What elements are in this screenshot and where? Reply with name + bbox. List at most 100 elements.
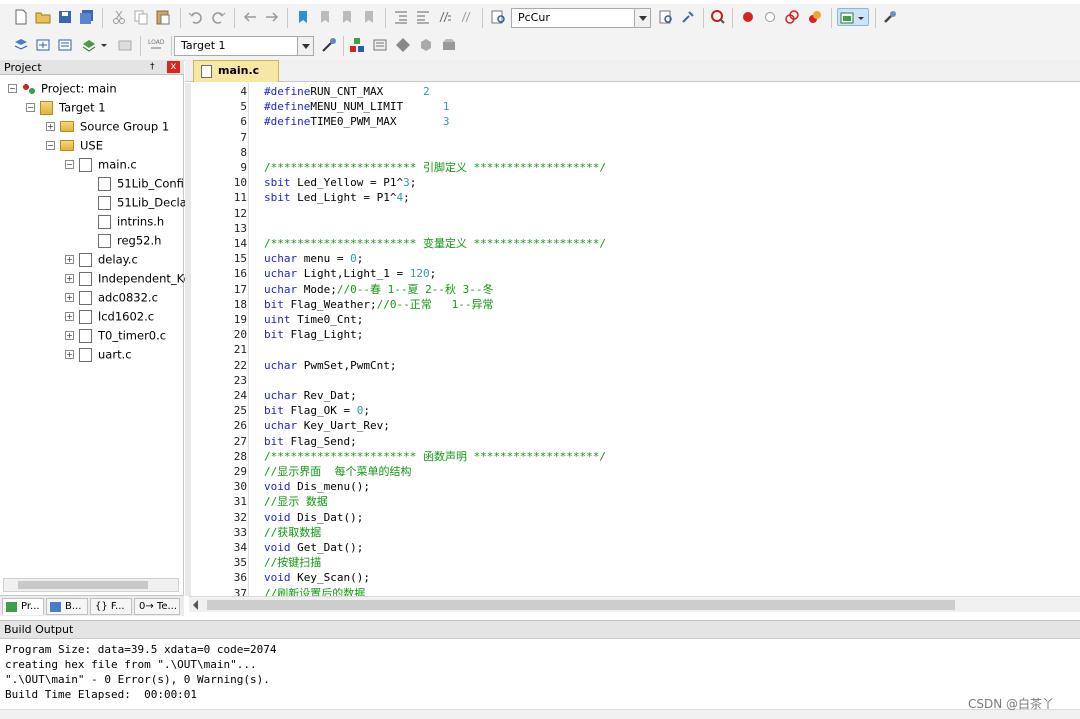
- code-text: sbit Led_Yellow = P1^3;: [264, 175, 416, 190]
- find-combo[interactable]: PcCur: [511, 8, 651, 28]
- chevron-down-icon[interactable]: [100, 36, 108, 54]
- code-token: PwmSet,PwmCnt;: [297, 358, 397, 372]
- expand-icon[interactable]: +: [46, 122, 55, 131]
- tree-item[interactable]: + lcd1602.c: [65, 307, 154, 325]
- open-file-icon[interactable]: [34, 8, 52, 26]
- find-in-files-icon[interactable]: [489, 8, 507, 26]
- code-token: ;: [363, 404, 370, 418]
- code-editor[interactable]: 4 #defineRUN_CNT_MAX 2 5 #defineMENU_NUM_LI…: [185, 83, 1080, 596]
- target-select[interactable]: Target 1: [174, 36, 314, 56]
- tree-item[interactable]: − main.c: [65, 155, 137, 173]
- tree-item[interactable]: − Project: main: [8, 79, 117, 97]
- tab-templates[interactable]: 0→ Te...: [134, 598, 180, 615]
- tree-item[interactable]: intrins.h: [84, 212, 164, 230]
- expand-icon[interactable]: +: [65, 350, 74, 359]
- horizontal-scrollbar[interactable]: [3, 578, 179, 592]
- manage-components-icon[interactable]: [348, 36, 366, 54]
- kill-all-breakpoints-icon[interactable]: [806, 8, 824, 26]
- download-icon[interactable]: LOAD: [147, 36, 165, 54]
- window-layout-icon[interactable]: [837, 8, 869, 26]
- find-icon[interactable]: [657, 8, 675, 26]
- breakpoint-icon[interactable]: [739, 8, 757, 26]
- disable-breakpoint-icon[interactable]: [761, 8, 779, 26]
- batch-build-icon[interactable]: [80, 36, 98, 54]
- expand-icon[interactable]: +: [65, 331, 74, 340]
- pack-icon[interactable]: [440, 36, 458, 54]
- tree-item[interactable]: + uart.c: [65, 345, 132, 363]
- next-bookmark-icon[interactable]: [338, 8, 356, 26]
- paste-icon[interactable]: [154, 8, 172, 26]
- scrollbar-thumb[interactable]: [207, 600, 955, 610]
- prev-bookmark-icon[interactable]: [316, 8, 334, 26]
- comment-icon[interactable]: [436, 8, 454, 26]
- line-number: 33: [233, 525, 247, 539]
- tree-item[interactable]: + adc0832.c: [65, 288, 158, 306]
- kill-breakpoints-icon[interactable]: [783, 8, 801, 26]
- tab-project[interactable]: Pr...: [2, 598, 44, 615]
- tree-item[interactable]: + delay.c: [65, 250, 138, 268]
- bookmark-icon[interactable]: [294, 8, 312, 26]
- save-all-icon[interactable]: [78, 8, 96, 26]
- undo-icon[interactable]: [187, 8, 205, 26]
- expand-icon[interactable]: +: [65, 274, 74, 283]
- tree-item[interactable]: 51Lib_Confi: [84, 174, 184, 192]
- line-number: 5: [240, 100, 247, 114]
- copy-icon[interactable]: [132, 8, 150, 26]
- tab-label: 0→ Te...: [139, 601, 178, 612]
- tab-books[interactable]: B...: [46, 598, 88, 615]
- expand-icon[interactable]: +: [65, 312, 74, 321]
- unindent-icon[interactable]: [414, 8, 432, 26]
- tree-item[interactable]: + Source Group 1: [46, 117, 169, 135]
- new-file-icon[interactable]: [12, 8, 30, 26]
- tree-item[interactable]: 51Lib_Decla: [84, 193, 187, 211]
- uncomment-icon[interactable]: [458, 8, 476, 26]
- file-extensions-icon[interactable]: [371, 36, 389, 54]
- tree-item[interactable]: + Independent_Ke: [65, 269, 191, 287]
- chevron-down-icon[interactable]: [634, 9, 650, 27]
- code-text: bit Flag_Light;: [264, 327, 363, 342]
- incremental-find-icon[interactable]: [679, 8, 697, 26]
- scroll-left-icon[interactable]: [193, 600, 198, 610]
- pin-icon[interactable]: †: [150, 62, 160, 72]
- line-number: 11: [233, 191, 247, 205]
- clear-bookmarks-icon[interactable]: [360, 8, 378, 26]
- editor-horizontal-scrollbar[interactable]: [189, 596, 1080, 612]
- translate-icon[interactable]: [12, 36, 30, 54]
- tab-functions[interactable]: {} F...: [90, 598, 132, 615]
- keyword: uchar: [264, 419, 298, 433]
- expand-icon[interactable]: +: [65, 255, 74, 264]
- tree-item[interactable]: reg52.h: [84, 231, 161, 249]
- tab-main-c[interactable]: main.c: [193, 60, 279, 82]
- build-icon[interactable]: [34, 36, 52, 54]
- configure-icon[interactable]: [881, 8, 899, 26]
- collapse-icon[interactable]: −: [65, 160, 74, 169]
- code-line: 4 #defineRUN_CNT_MAX 2: [185, 84, 1080, 99]
- collapse-icon[interactable]: −: [46, 141, 55, 150]
- scrollbar-thumb[interactable]: [18, 581, 148, 589]
- collapse-icon[interactable]: −: [26, 103, 35, 112]
- tree-item[interactable]: + T0_timer0.c: [65, 326, 166, 344]
- navigate-back-icon[interactable]: [241, 8, 259, 26]
- code-line: 8: [185, 145, 1080, 160]
- stop-build-icon[interactable]: [116, 36, 134, 54]
- redo-icon[interactable]: [209, 8, 227, 26]
- navigate-forward-icon[interactable]: [263, 8, 281, 26]
- options-for-target-icon[interactable]: [320, 36, 338, 54]
- pack-installer-icon[interactable]: [417, 36, 435, 54]
- code-line: 21: [185, 342, 1080, 357]
- tree-item[interactable]: − USE: [46, 136, 103, 154]
- output-scrollbar[interactable]: [0, 709, 1080, 719]
- code-text: #defineTIME0_PWM_MAX 3: [264, 114, 449, 129]
- expand-icon[interactable]: +: [65, 293, 74, 302]
- cut-icon[interactable]: [110, 8, 128, 26]
- tree-item[interactable]: − Target 1: [26, 98, 106, 116]
- select-packs-icon[interactable]: [394, 36, 412, 54]
- collapse-icon[interactable]: −: [8, 84, 17, 93]
- close-icon[interactable]: x: [167, 61, 180, 73]
- debug-icon[interactable]: [709, 8, 727, 26]
- chevron-down-icon[interactable]: [297, 37, 313, 55]
- rebuild-icon[interactable]: [56, 36, 74, 54]
- indent-icon[interactable]: [392, 8, 410, 26]
- save-icon[interactable]: [56, 8, 74, 26]
- keyword: void: [264, 510, 291, 524]
